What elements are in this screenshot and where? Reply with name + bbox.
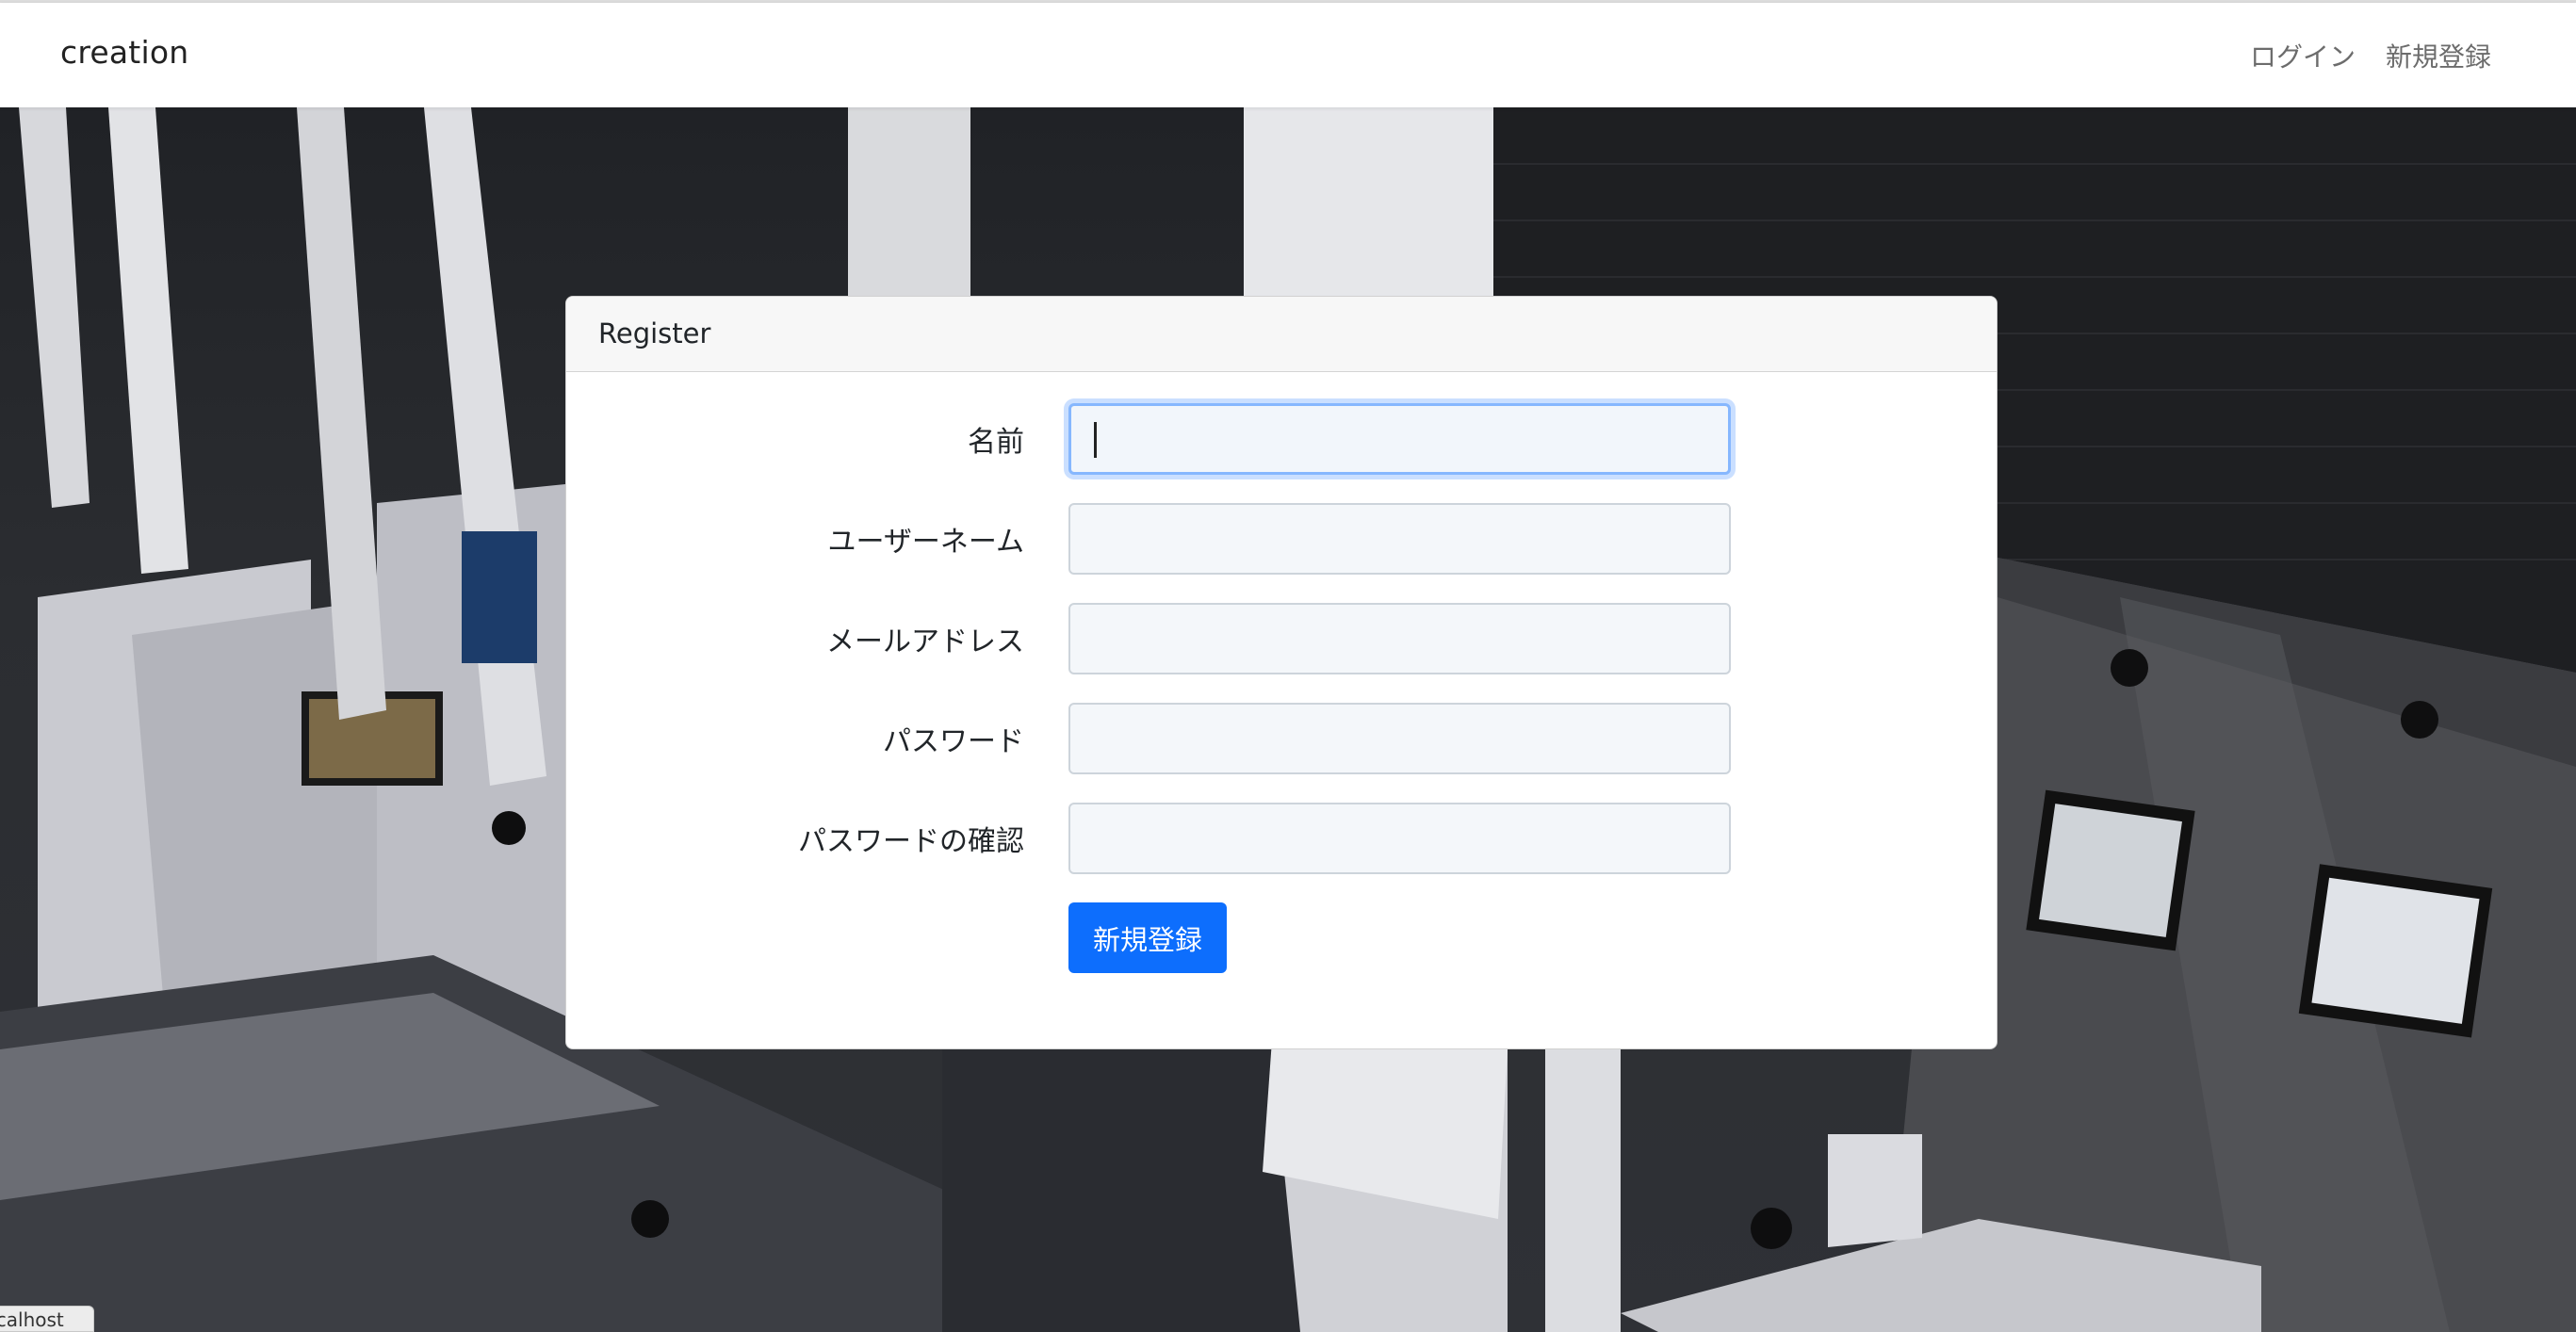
text-caret [1094,422,1097,458]
password-confirm-label: パスワードの確認 [798,825,1024,858]
password-confirm-input[interactable] [1068,803,1731,874]
form-row-password-confirm: パスワードの確認 [566,803,1997,874]
password-input[interactable] [1068,703,1731,774]
nav-register-link[interactable]: 新規登録 [2386,37,2491,74]
register-card: Register 名前 ユーザーネーム メールアドレス パスワード パスワードの… [565,296,1997,1049]
form-row-name: 名前 [566,403,1997,475]
form-row-email: メールアドレス [566,603,1997,674]
register-submit-button[interactable]: 新規登録 [1068,902,1227,973]
email-input[interactable] [1068,603,1731,674]
name-input[interactable] [1068,403,1731,475]
nav-links: ログイン 新規登録 [2250,37,2491,74]
nav-login-link[interactable]: ログイン [2250,37,2356,74]
status-bar-url: localhost [0,1306,94,1332]
form-row-username: ユーザーネーム [566,503,1997,575]
form-row-password: パスワード [566,703,1997,774]
username-label: ユーザーネーム [827,526,1025,559]
email-label: メールアドレス [826,625,1024,658]
password-label: パスワード [883,725,1024,758]
username-input[interactable] [1068,503,1731,575]
name-label: 名前 [968,426,1024,459]
status-url-text: localhost [0,1308,64,1331]
card-header-title: Register [566,297,1997,372]
brand-link[interactable]: creation [60,34,188,71]
navbar: creation ログイン 新規登録 [0,3,2576,107]
